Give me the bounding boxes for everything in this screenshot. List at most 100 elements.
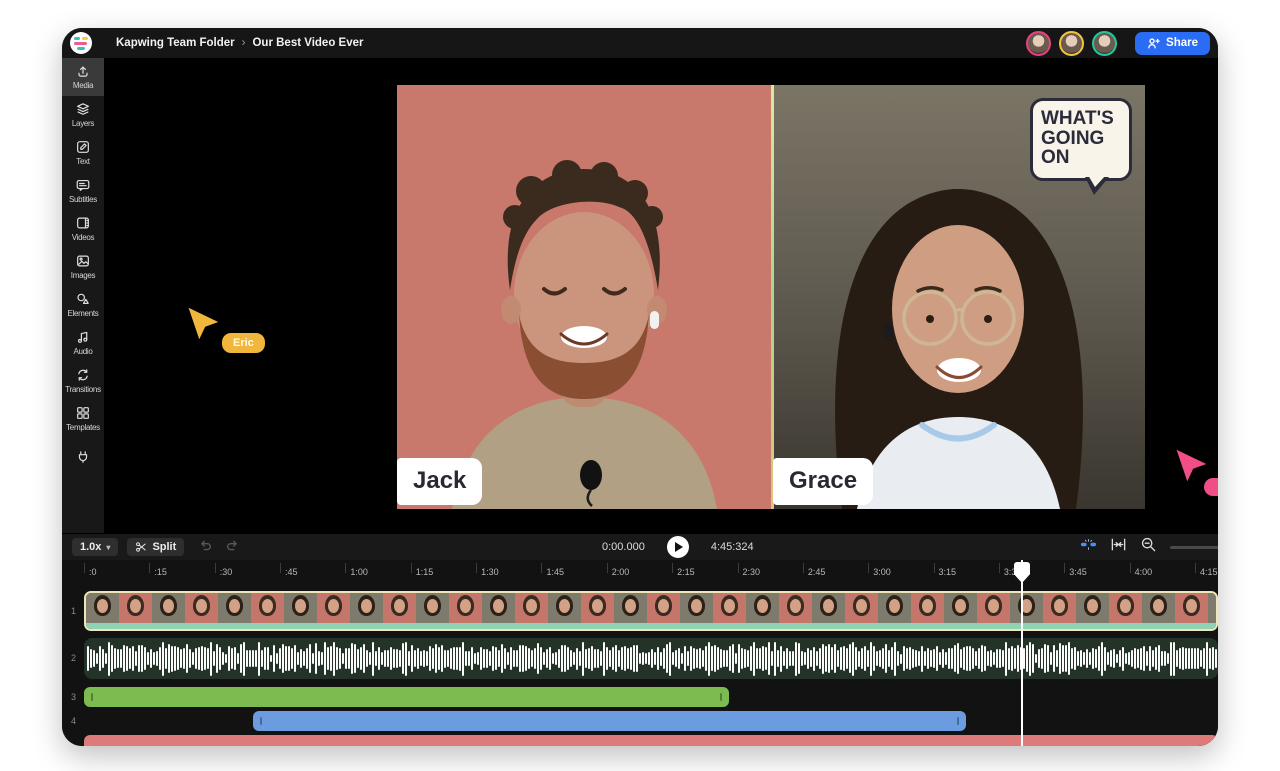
video-thumbnail [218,593,251,623]
video-clip-jack[interactable]: Jack [397,85,772,509]
images-icon [75,253,91,269]
breadcrumb: Kapwing Team Folder › Our Best Video Eve… [116,37,363,49]
collaborator-cursor-eric [186,306,222,344]
track-number: 4 [71,716,76,726]
redo-button[interactable] [225,538,239,556]
video-preview[interactable]: Jack [397,85,1145,509]
track-number: 3 [71,692,76,702]
sidebar-item-label: Media [73,81,93,90]
magnifier-minus-icon [1140,536,1157,553]
text-edit-icon [75,139,91,155]
timeline-panel: :0:15:30:451:001:151:301:452:002:152:302… [62,560,1218,746]
scissors-icon [135,541,147,553]
sidebar-item-text[interactable]: Text [62,134,104,172]
video-thumbnail [251,593,284,623]
video-thumbnail [1010,593,1043,623]
timeline-ruler[interactable]: :0:15:30:451:001:151:301:452:002:152:302… [84,560,1218,586]
playhead[interactable] [1021,560,1023,746]
clip-name-tag[interactable]: Jack [397,458,482,505]
green-layer-clip[interactable] [84,687,729,707]
sidebar-item-label: Subtitles [69,195,97,204]
collaborator-cursor-pink [1174,448,1210,486]
video-track-audio-strip [86,623,1216,629]
red-layer-clip[interactable] [84,735,1218,746]
video-thumbnail [86,593,119,623]
timeline-zoom-slider[interactable] [1170,546,1218,549]
collaborator-avatar[interactable] [1092,31,1117,56]
play-button[interactable] [667,536,689,558]
templates-icon [75,405,91,421]
chevron-down-icon: ▾ [106,543,110,552]
video-thumbnail [152,593,185,623]
snap-icon [1080,536,1097,553]
sidebar-item-plugins[interactable] [62,444,104,471]
kapwing-logo-icon[interactable] [70,32,92,54]
video-thumbnail [779,593,812,623]
sidebar-item-label: Transitions [65,385,101,394]
undo-button[interactable] [199,538,213,556]
sidebar-item-label: Videos [72,233,95,242]
video-thumbnail [119,593,152,623]
breadcrumb-folder[interactable]: Kapwing Team Folder [116,37,235,49]
video-thumbnail [185,593,218,623]
sidebar-item-label: Images [71,271,95,280]
video-track-clip[interactable] [84,591,1218,631]
video-thumbnail [548,593,581,623]
audio-track-clip[interactable] [84,638,1218,679]
video-thumbnail [1109,593,1142,623]
video-clip-grace[interactable]: Grace WHAT'S GOING ON [772,85,1145,509]
video-thumbnail [1142,593,1175,623]
fit-timeline-button[interactable] [1110,536,1127,558]
sidebar-item-audio[interactable]: Audio [62,324,104,362]
sidebar-item-label: Templates [66,423,100,432]
jack-video-frame [397,85,772,509]
video-thumbnail [1076,593,1109,623]
snap-toggle[interactable] [1080,536,1097,558]
collaborator-cursor-label: Eric [222,333,265,353]
sidebar-item-transitions[interactable]: Transitions [62,362,104,400]
collaborator-avatar[interactable] [1026,31,1051,56]
sidebar-item-label: Layers [72,119,94,128]
track-number: 2 [71,653,76,663]
sidebar-item-videos[interactable]: Videos [62,210,104,248]
sidebar-item-media[interactable]: Media [62,58,104,96]
play-icon [675,542,683,552]
clip-name-tag[interactable]: Grace [773,458,873,505]
video-thumbnail [1043,593,1076,623]
clip-divider [771,85,774,509]
collaborator-avatar[interactable] [1059,31,1084,56]
split-label: Split [152,541,176,553]
sidebar-item-templates[interactable]: Templates [62,400,104,438]
video-thumbnail [1175,593,1208,623]
video-thumbnail [680,593,713,623]
sidebar-item-label: Audio [74,347,93,356]
sidebar-item-elements[interactable]: Elements [62,286,104,324]
sidebar-item-label: Elements [68,309,99,318]
editor-canvas[interactable]: Jack [104,58,1218,533]
video-thumbnail [515,593,548,623]
breadcrumb-project: Our Best Video Ever [252,37,363,49]
video-thumbnail [647,593,680,623]
video-thumbnail [911,593,944,623]
transitions-icon [75,367,91,383]
sidebar-item-layers[interactable]: Layers [62,96,104,134]
video-thumbnail [350,593,383,623]
video-thumbnail [581,593,614,623]
breadcrumb-separator: › [242,37,246,49]
video-thumbnail [1208,593,1218,623]
elements-icon [75,291,91,307]
sidebar-item-label: Text [76,157,89,166]
share-button[interactable]: Share [1135,32,1210,55]
left-sidebar: Media Layers Text Subtitles Videos Image… [62,58,104,533]
split-button[interactable]: Split [127,538,184,556]
sidebar-item-subtitles[interactable]: Subtitles [62,172,104,210]
video-thumbnail [713,593,746,623]
speech-bubble-element[interactable]: WHAT'S GOING ON [1030,98,1132,181]
zoom-out-button[interactable] [1140,536,1157,558]
video-thumbnail [449,593,482,623]
playback-speed-button[interactable]: 1.0x ▾ [72,538,118,556]
blue-layer-clip[interactable] [253,711,966,731]
video-thumbnail [614,593,647,623]
sidebar-item-images[interactable]: Images [62,248,104,286]
top-bar: Kapwing Team Folder › Our Best Video Eve… [62,28,1218,58]
